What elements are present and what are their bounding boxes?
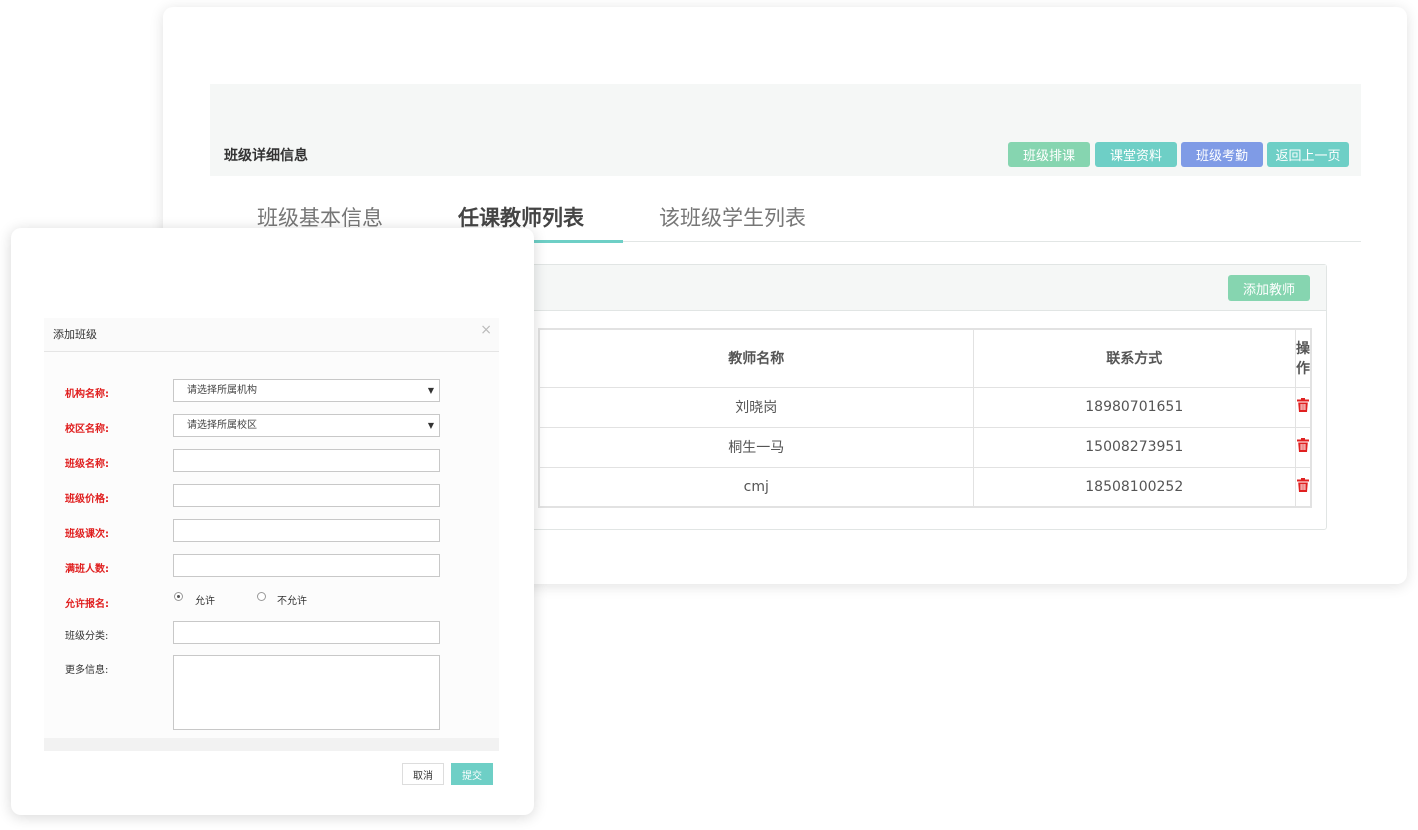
enroll-no-radio[interactable] [257,592,266,601]
class-sessions-label: 班级课次: [65,529,109,540]
attendance-button[interactable]: 班级考勤 [1181,142,1263,167]
enroll-yes-label: 允许 [195,596,215,607]
back-button[interactable]: 返回上一页 [1267,142,1349,167]
teacher-name: 桐生一马 [538,426,974,468]
column-header-contact: 联系方式 [972,328,1296,388]
teacher-phone: 18980701651 [972,386,1296,428]
delete-cell [1295,466,1312,508]
add-class-form: 机构名称: 请选择所属机构 ▼ 校区名称: 请选择所属校区 ▼ 班级名称: 班级… [44,352,499,738]
table-header-row: 教师名称 联系方式 操作 [538,328,1312,388]
org-label: 机构名称: [65,389,109,400]
campus-label: 校区名称: [65,424,109,435]
modal-footer-divider [44,738,499,751]
table-row: 桐生一马 15008273951 [538,426,1312,468]
org-select[interactable]: 请选择所属机构 ▼ [173,379,440,402]
table-row: cmj 18508100252 [538,466,1312,508]
table-row: 刘晓岗 18980701651 [538,386,1312,428]
chevron-down-icon: ▼ [427,386,434,395]
more-info-label: 更多信息: [65,665,109,676]
capacity-label: 满班人数: [65,564,109,575]
class-sessions-input[interactable] [173,519,440,542]
column-header-name: 教师名称 [538,328,974,388]
campus-select[interactable]: 请选择所属校区 ▼ [173,414,440,437]
delete-cell [1295,426,1312,468]
class-price-input[interactable] [173,484,440,507]
more-info-textarea[interactable] [173,655,440,730]
materials-button[interactable]: 课堂资料 [1095,142,1177,167]
campus-select-value: 请选择所属校区 [187,420,257,431]
delete-cell [1295,386,1312,428]
trash-icon[interactable] [1297,398,1309,412]
teacher-panel: 添加教师 教师名称 联系方式 操作 刘晓岗 18980701651 桐生一马 1… [529,264,1327,530]
add-teacher-button[interactable]: 添加教师 [1228,275,1310,301]
teacher-phone: 15008273951 [972,426,1296,468]
class-name-label: 班级名称: [65,459,109,470]
teacher-name: cmj [538,466,974,508]
schedule-button[interactable]: 班级排课 [1008,142,1090,167]
teacher-table: 教师名称 联系方式 操作 刘晓岗 18980701651 桐生一马 150082… [538,328,1312,508]
capacity-input[interactable] [173,554,440,577]
class-price-label: 班级价格: [65,494,109,505]
enroll-no-label: 不允许 [277,596,307,607]
chevron-down-icon: ▼ [427,421,434,430]
enroll-label: 允许报名: [65,599,109,610]
tab-student-list[interactable]: 该班级学生列表 [659,202,806,232]
enroll-yes-radio[interactable] [174,592,183,601]
page-title: 班级详细信息 [224,148,308,164]
column-header-action: 操作 [1295,328,1312,388]
modal-header: 添加班级 × [44,318,499,352]
class-name-input[interactable] [173,449,440,472]
submit-button[interactable]: 提交 [451,763,493,785]
trash-icon[interactable] [1297,477,1309,492]
category-label: 班级分类: [65,631,109,642]
category-input[interactable] [173,621,440,644]
modal-title: 添加班级 [53,328,97,341]
teacher-phone: 18508100252 [972,466,1296,508]
add-class-modal: 添加班级 × 机构名称: 请选择所属机构 ▼ 校区名称: 请选择所属校区 ▼ 班… [11,228,534,815]
teacher-name: 刘晓岗 [538,386,974,428]
org-select-value: 请选择所属机构 [187,385,257,396]
teacher-panel-header: 添加教师 [530,265,1326,311]
trash-icon[interactable] [1297,438,1309,452]
cancel-button[interactable]: 取消 [402,763,444,785]
detail-header: 班级详细信息 班级排课 课堂资料 班级考勤 返回上一页 [210,84,1361,176]
close-icon[interactable]: × [480,322,492,338]
